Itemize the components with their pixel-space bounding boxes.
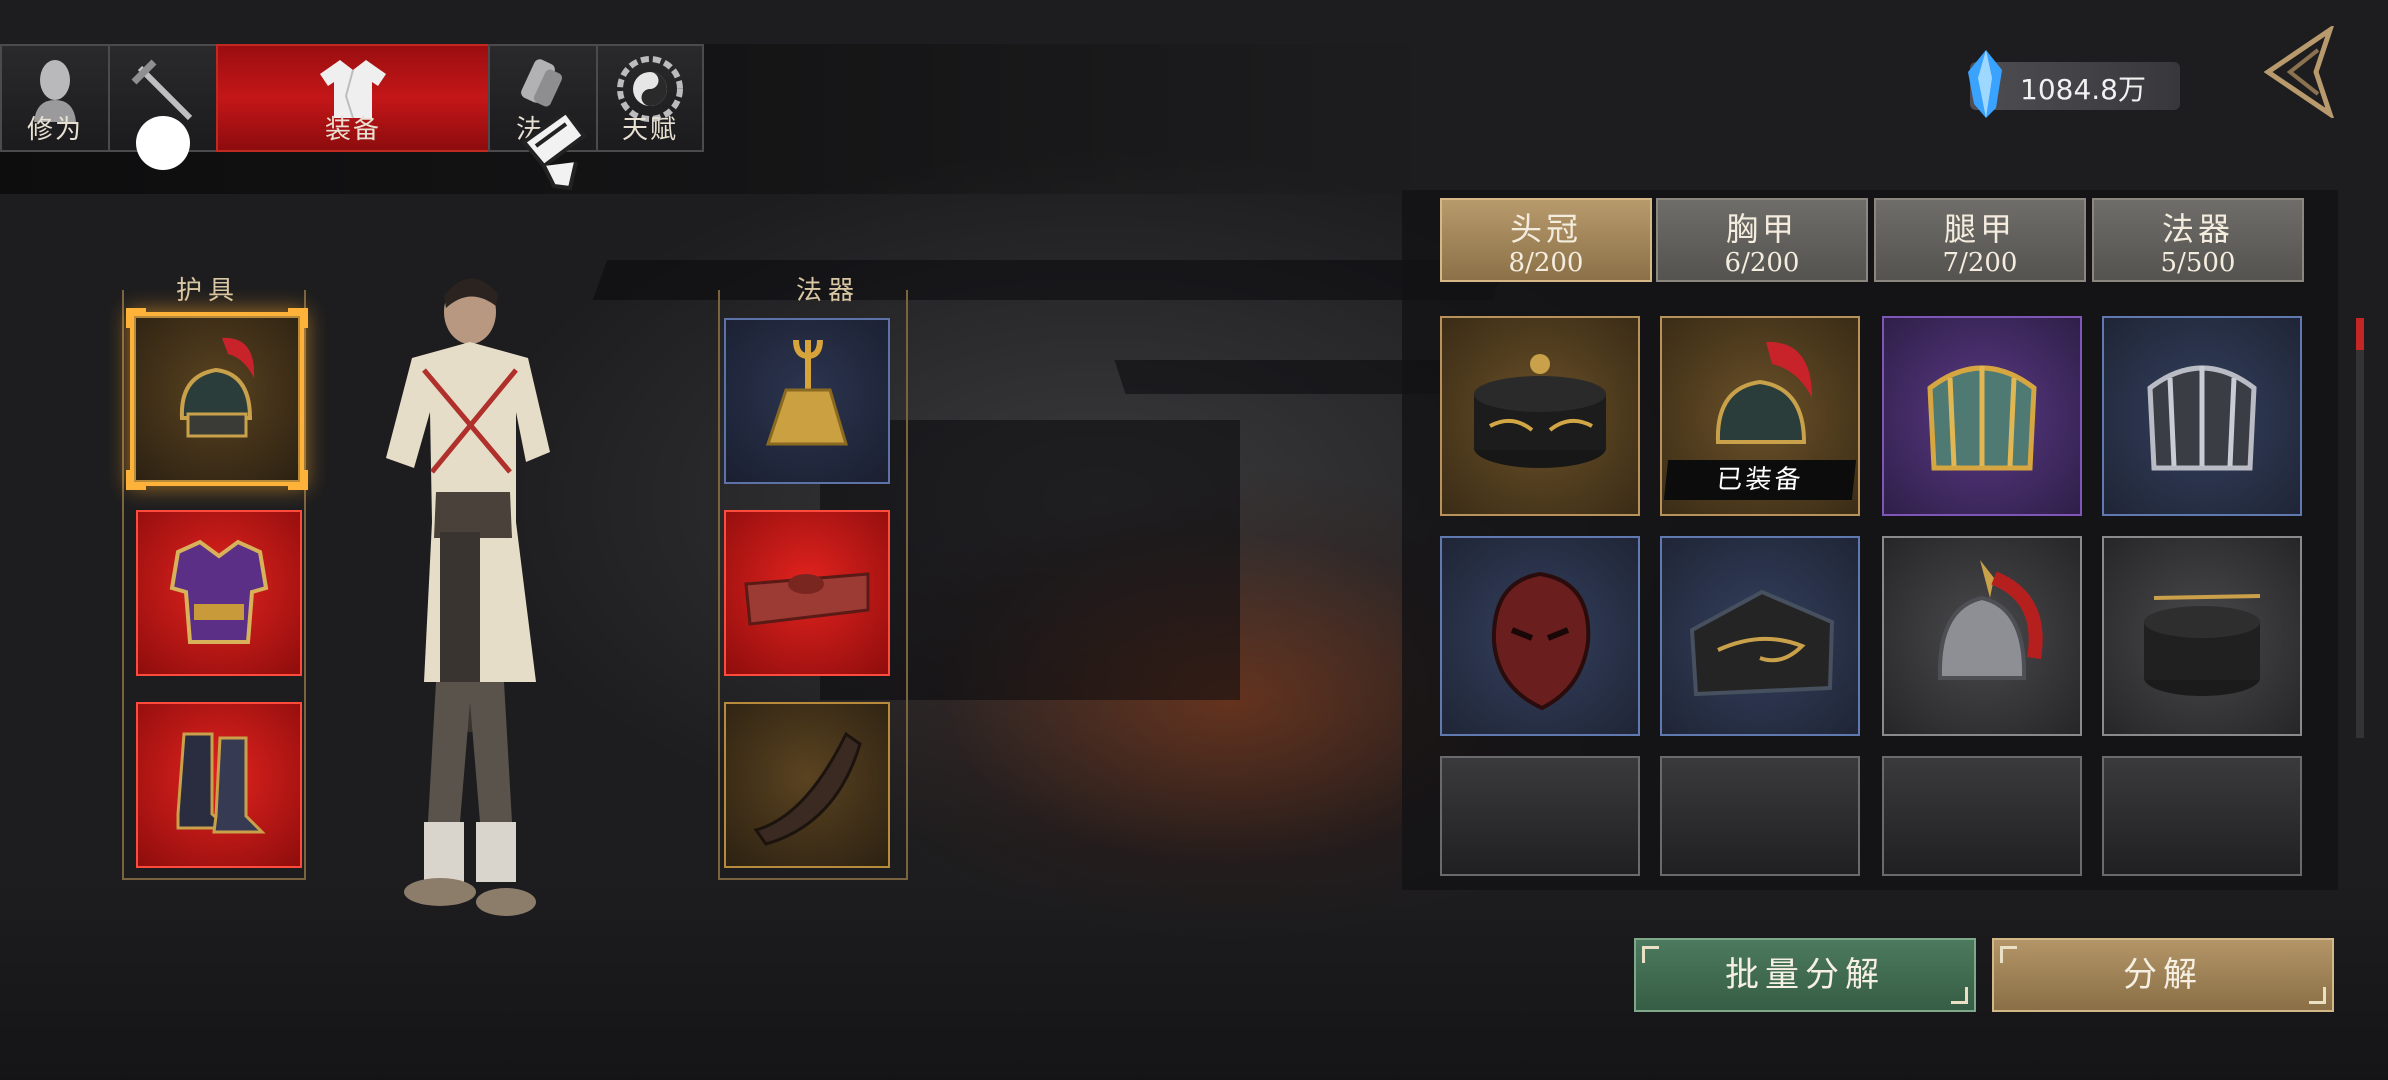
spirit-crystal-icon — [1968, 50, 2002, 118]
selection-corner — [126, 308, 146, 328]
button-corner — [1951, 987, 1968, 1004]
empty-slot[interactable] — [1660, 756, 1860, 876]
artifact-title: 法器 — [796, 276, 861, 306]
horn-icon — [753, 731, 862, 846]
inventory-item[interactable] — [1440, 536, 1640, 736]
empty-slot[interactable] — [2102, 756, 2302, 876]
touch-indicator — [136, 116, 190, 170]
inventory-item-equipped[interactable]: 已装备 — [1660, 316, 1860, 516]
tab-label: 修为 — [26, 115, 83, 145]
tab-equipment[interactable]: 装备 — [216, 44, 488, 152]
chest-armor-icon — [169, 539, 269, 644]
inventory-item[interactable] — [2102, 536, 2302, 736]
bell-slot[interactable] — [724, 318, 890, 484]
tab-name: 胸甲 — [1725, 210, 1798, 248]
empty-slot[interactable] — [1440, 756, 1640, 876]
batch-decompose-button[interactable]: 批量分解 — [1634, 938, 1976, 1012]
box-slot[interactable] — [724, 510, 890, 676]
button-corner — [1642, 946, 1659, 963]
black-cap-icon — [1474, 354, 1606, 468]
selection-corner — [126, 470, 146, 490]
helmet-slot[interactable] — [126, 308, 308, 490]
tab-legs[interactable]: 腿甲 7/200 — [1874, 198, 2086, 282]
decompose-button[interactable]: 分解 — [1992, 938, 2334, 1012]
equipped-badge: 已装备 — [1663, 460, 1857, 500]
selection-corner — [288, 308, 308, 328]
crown-icon — [1927, 365, 2037, 471]
silver-crown-icon — [2147, 365, 2257, 471]
tab-headgear[interactable]: 头冠 8/200 — [1440, 198, 1652, 282]
boots-slot[interactable] — [136, 702, 302, 868]
tab-count: 6/200 — [1724, 248, 1800, 278]
empty-slot[interactable] — [1882, 756, 2082, 876]
scrollbar-thumb[interactable] — [2356, 318, 2364, 350]
bell-icon — [765, 339, 849, 446]
tab-count: 5/500 — [2160, 248, 2236, 278]
selection-corner — [288, 470, 308, 490]
button-label: 分解 — [2123, 955, 2203, 995]
tab-name: 法器 — [2161, 210, 2234, 248]
pointer-hand-icon — [521, 109, 587, 191]
button-corner — [2309, 987, 2326, 1004]
boots-icon — [176, 732, 266, 834]
tab-artifact[interactable]: 法器 5/500 — [2092, 198, 2304, 282]
tab-count: 7/200 — [1942, 248, 2018, 278]
tab-label: 天赋 — [621, 115, 678, 145]
demon-mask-icon — [1491, 571, 1591, 711]
top-nav: 修为 装备 法 天赋 — [0, 44, 704, 154]
plumed-helmet-icon — [179, 337, 255, 438]
tab-talent[interactable]: 天赋 — [596, 44, 704, 152]
button-corner — [2000, 946, 2017, 963]
tab-cultivation[interactable]: 修为 — [0, 44, 108, 152]
plain-cap-icon — [2144, 594, 2261, 696]
tab-name: 腿甲 — [1943, 210, 2016, 248]
inventory-item[interactable] — [1882, 536, 2082, 736]
button-label: 批量分解 — [1725, 955, 1885, 995]
tab-name: 头冠 — [1509, 210, 1582, 248]
inventory-scrollbar[interactable] — [2356, 318, 2364, 738]
chest-slot[interactable] — [136, 510, 302, 676]
tab-count: 8/200 — [1508, 248, 1584, 278]
inventory-item[interactable] — [1660, 536, 1860, 736]
tab-label: 装备 — [324, 115, 381, 145]
tab-chest[interactable]: 胸甲 6/200 — [1656, 198, 1868, 282]
character-model — [386, 278, 550, 916]
scholar-hat-icon — [1689, 589, 1835, 697]
inventory-item[interactable] — [1440, 316, 1640, 516]
back-arrow-icon[interactable] — [2260, 26, 2336, 118]
currency-value: 1084.8万 — [2020, 73, 2146, 106]
inventory-item[interactable] — [1882, 316, 2082, 516]
steel-helmet-icon — [1937, 560, 2043, 680]
armor-title: 护具 — [176, 276, 241, 306]
horn-slot[interactable] — [724, 702, 890, 868]
inventory-item[interactable] — [2102, 316, 2302, 516]
carved-box-icon — [744, 572, 870, 626]
